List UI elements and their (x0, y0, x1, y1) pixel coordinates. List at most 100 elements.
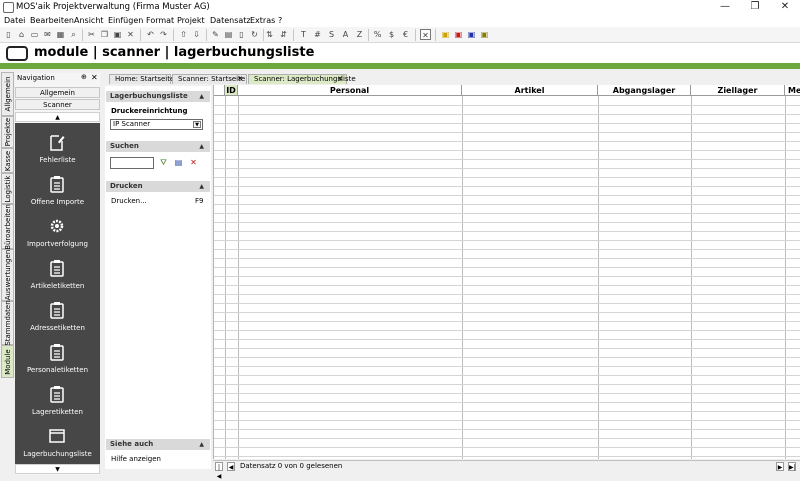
nav-group-scanner[interactable]: Scanner (15, 99, 100, 110)
vtab-kasse[interactable]: Kasse (1, 148, 14, 173)
menu-help[interactable]: ? (278, 16, 282, 25)
nav-item-adressetiketten[interactable]: Adressetiketten (15, 297, 100, 339)
mail-icon[interactable]: ✉ (42, 29, 53, 40)
format-a-icon[interactable]: A (340, 29, 351, 40)
attach-icon[interactable]: ⌕ (68, 29, 79, 40)
tab-close-icon[interactable]: ✕ (237, 75, 243, 84)
document-icon[interactable]: ▯ (236, 29, 247, 40)
column-header-artikel[interactable]: Artikel (462, 85, 598, 96)
collapse-icon[interactable]: ▲ (199, 141, 204, 152)
menu-datensatz[interactable]: Datensatz (210, 16, 251, 25)
percent-icon[interactable]: % (372, 29, 383, 40)
nav-item-lageretiketten[interactable]: Lageretiketten (15, 381, 100, 423)
lock-blue-icon[interactable]: ▣ (466, 29, 477, 40)
previous-record-button[interactable]: ◀ (227, 462, 235, 471)
section-suchen-header[interactable]: Suchen ▲ (106, 141, 210, 152)
navigation-close-icon[interactable]: ✕ (91, 73, 98, 82)
collapse-icon[interactable]: ▲ (199, 439, 204, 450)
format-z-icon[interactable]: Z (354, 29, 365, 40)
tab-close-icon[interactable]: ✕ (337, 75, 343, 84)
refresh-icon[interactable]: ↻ (249, 29, 260, 40)
nav-item-offene-importe[interactable]: Offene Importe (15, 171, 100, 213)
last-record-button[interactable]: ▶| (788, 462, 796, 471)
lock-red-icon[interactable]: ▣ (453, 29, 464, 40)
format-s-icon[interactable]: S (326, 29, 337, 40)
tab-scanner-startseite[interactable]: Scanner: Startseite ✕ (172, 74, 247, 84)
collapse-icon[interactable]: ▲ (199, 91, 204, 102)
format-number-icon[interactable]: # (312, 29, 323, 40)
first-record-button[interactable]: |◀ (215, 462, 223, 480)
delete-icon[interactable]: ✕ (125, 29, 136, 40)
next-record-button[interactable]: ▶ (776, 462, 784, 471)
column-header-ziellager[interactable]: Ziellager (691, 85, 785, 96)
edit-icon[interactable]: ✎ (210, 29, 221, 40)
maximize-button[interactable]: ❐ (740, 0, 770, 15)
menu-projekt[interactable]: Projekt (177, 16, 205, 25)
open-icon[interactable]: ⌂ (16, 29, 27, 40)
nav-item-fehlerliste[interactable]: Fehlerliste (15, 129, 100, 171)
nav-item-importverfolgung[interactable]: Importverfolgung (15, 213, 100, 255)
tab-home-startseite[interactable]: Home: Startseite (109, 74, 174, 84)
menu-format[interactable]: Format (146, 16, 174, 25)
nav-item-artikeletiketten[interactable]: Artikeletiketten (15, 255, 100, 297)
vtab-allgemein[interactable]: Allgemein (1, 72, 14, 116)
help-link[interactable]: Hilfe anzeigen (111, 455, 161, 463)
menu-extras[interactable]: Extras (250, 16, 275, 25)
menu-ansicht[interactable]: Ansicht (74, 16, 104, 25)
filter-list-icon[interactable]: ▤ (172, 157, 185, 169)
print-link[interactable]: Drucken... (111, 197, 147, 205)
redo-icon[interactable]: ↷ (158, 29, 169, 40)
column-header-personal[interactable]: Personal (238, 85, 462, 96)
vtab-bueroarbeiten[interactable]: Büroarbeiten (1, 204, 14, 249)
lock-yellow-icon[interactable]: ▣ (440, 29, 451, 40)
collapse-icon[interactable]: ▲ (199, 181, 204, 192)
search-input[interactable] (110, 157, 154, 169)
dollar-icon[interactable]: $ (386, 29, 397, 40)
vtab-auswertungen[interactable]: Auswertungen (1, 249, 14, 301)
printer-select[interactable]: IP Scanner ▼ (110, 119, 203, 130)
new-icon[interactable]: ▯ (3, 29, 14, 40)
section-lagerbuchungsliste-header[interactable]: Lagerbuchungsliste ▲ (106, 91, 210, 102)
cut-icon[interactable]: ✂ (86, 29, 97, 40)
paste-icon[interactable]: ▣ (112, 29, 123, 40)
vtab-module[interactable]: Module (1, 345, 14, 378)
undo-icon[interactable]: ↶ (145, 29, 156, 40)
sort-descending-icon[interactable]: ⇵ (278, 29, 289, 40)
move-down-icon[interactable]: ⇩ (191, 29, 202, 40)
vtab-projekte[interactable]: Projekte (1, 116, 14, 148)
sort-ascending-icon[interactable]: ⇅ (264, 29, 275, 40)
format-text-icon[interactable]: T (298, 29, 309, 40)
filter-clear-icon[interactable]: ✕ (187, 157, 200, 169)
close-button[interactable]: ✕ (770, 0, 800, 15)
section-drucken-header[interactable]: Drucken ▲ (106, 181, 210, 192)
nav-item-personaletiketten[interactable]: Personaletiketten (15, 339, 100, 381)
preview-icon[interactable]: ▦ (55, 29, 66, 40)
close-doc-icon[interactable]: ✕ (420, 29, 431, 40)
chevron-down-icon[interactable]: ▼ (193, 121, 201, 128)
tab-scanner-lagerbuchungsliste[interactable]: Scanner: Lagerbuchungsliste ✕ (248, 74, 356, 84)
cards-icon[interactable]: ▤ (223, 29, 234, 40)
move-up-icon[interactable]: ⇧ (178, 29, 189, 40)
euro-icon[interactable]: € (400, 29, 411, 40)
section-siehe-auch-header[interactable]: Siehe auch ▲ (106, 439, 210, 450)
column-header-me[interactable]: Me (785, 85, 800, 96)
lock-olive-icon[interactable]: ▣ (479, 29, 490, 40)
window-title: MOS'aik Projektverwaltung (Firma Muster … (16, 2, 210, 12)
filter-apply-icon[interactable]: ⛛ (157, 157, 170, 169)
pin-icon[interactable]: ⊕ (81, 73, 87, 81)
vtab-logistik[interactable]: Logistik (1, 173, 14, 204)
print-icon[interactable]: ▭ (29, 29, 40, 40)
vtab-stammdaten[interactable]: Stammdaten (1, 300, 14, 346)
copy-icon[interactable]: ❐ (99, 29, 110, 40)
minimize-button[interactable]: — (710, 0, 740, 15)
nav-item-lagerbuchungsliste[interactable]: Lagerbuchungsliste (15, 423, 100, 464)
menu-datei[interactable]: Datei (4, 16, 25, 25)
nav-scroll-down[interactable]: ▼ (15, 464, 100, 474)
nav-scroll-up[interactable]: ▲ (15, 112, 100, 122)
menu-bearbeiten[interactable]: Bearbeiten (30, 16, 74, 25)
nav-group-allgemein[interactable]: Allgemein (15, 87, 100, 98)
data-grid[interactable]: ID Personal Artikel Abgangslager Ziellag… (213, 85, 800, 459)
column-header-id[interactable]: ID (225, 85, 238, 96)
column-header-abgangslager[interactable]: Abgangslager (598, 85, 691, 96)
menu-einfuegen[interactable]: Einfügen (108, 16, 143, 25)
